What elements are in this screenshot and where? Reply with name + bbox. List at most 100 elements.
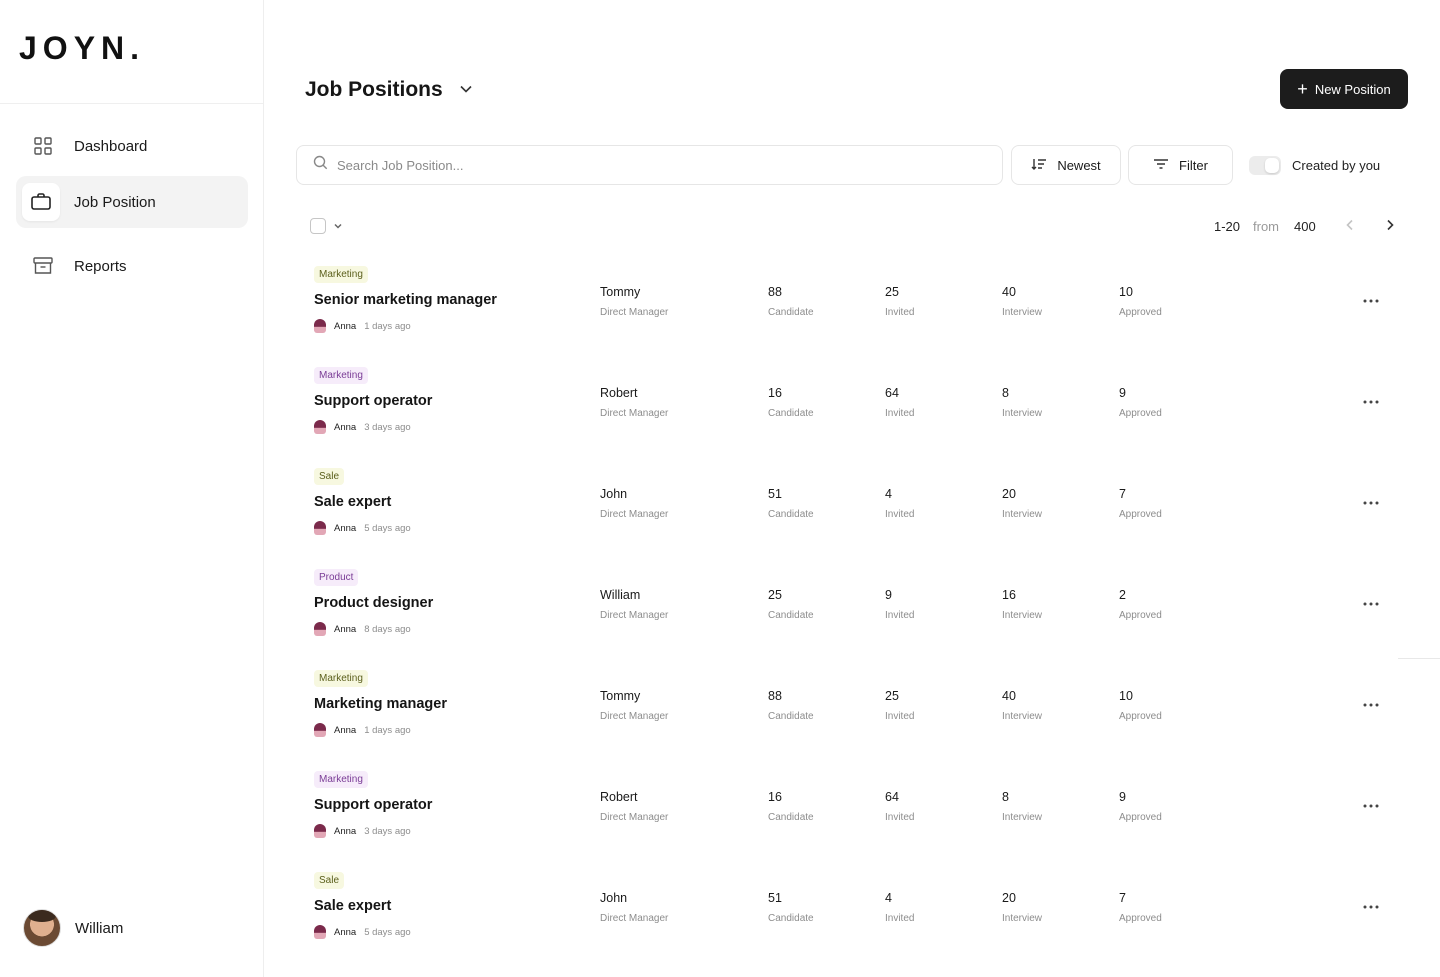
approved-count: 10 — [1119, 285, 1133, 299]
job-title[interactable]: Sale expert — [314, 898, 391, 914]
approved-label: Approved — [1119, 509, 1162, 520]
manager-cell: Tommy Direct Manager — [600, 689, 668, 722]
candidate-count: 88 — [768, 689, 782, 703]
table-row[interactable]: Marketing Support operator Anna 3 days a… — [296, 359, 1406, 460]
new-position-button[interactable]: + New Position — [1280, 69, 1408, 109]
candidate-count: 25 — [768, 588, 782, 602]
more-options-icon[interactable] — [1363, 496, 1381, 510]
manager-cell: John Direct Manager — [600, 891, 668, 924]
approved-cell: 9 Approved — [1119, 790, 1162, 823]
interview-count: 8 — [1002, 386, 1009, 400]
approved-cell: 2 Approved — [1119, 588, 1162, 621]
pagination-range: 1-20 — [1214, 219, 1241, 234]
timestamp: 3 days ago — [364, 421, 411, 433]
table-row[interactable]: Sale Sale expert Anna 5 days ago John Dir… — [296, 864, 1406, 965]
manager-cell: Robert Direct Manager — [600, 386, 668, 419]
row-meta: Anna 8 days ago — [314, 622, 411, 636]
toggle-label: Created by you — [1292, 158, 1381, 173]
sort-button[interactable]: Newest — [1011, 145, 1121, 185]
user-profile[interactable]: William — [23, 909, 123, 947]
approved-cell: 9 Approved — [1119, 386, 1162, 419]
interview-label: Interview — [1002, 610, 1043, 621]
approved-label: Approved — [1119, 307, 1162, 318]
manager-name: Tommy — [600, 285, 641, 299]
chevron-left-icon[interactable] — [1342, 217, 1358, 233]
table-row[interactable]: Product Product designer Anna 8 days ago… — [296, 561, 1406, 662]
manager-label: Direct Manager — [600, 812, 669, 823]
invited-label: Invited — [885, 610, 915, 621]
more-options-icon[interactable] — [1363, 900, 1381, 914]
sort-icon — [1031, 157, 1057, 174]
sidebar-item-dashboard[interactable]: Dashboard — [16, 120, 248, 172]
filter-label: Filter — [1179, 157, 1208, 173]
category-tag: Sale — [314, 468, 345, 485]
approved-cell: 10 Approved — [1119, 689, 1162, 722]
timestamp: 8 days ago — [364, 623, 411, 635]
created-by-you-toggle[interactable] — [1249, 156, 1281, 175]
manager-label: Direct Manager — [600, 307, 669, 318]
approved-label: Approved — [1119, 913, 1162, 924]
candidate-label: Candidate — [768, 812, 814, 823]
invited-cell: 9 Invited — [885, 588, 914, 621]
more-options-icon[interactable] — [1363, 799, 1381, 813]
select-all-checkbox[interactable] — [310, 218, 326, 234]
invited-label: Invited — [885, 307, 915, 318]
invited-cell: 25 Invited — [885, 285, 914, 318]
job-title[interactable]: Product designer — [314, 595, 433, 611]
search-icon — [313, 155, 328, 175]
chevron-down-icon[interactable] — [457, 80, 475, 98]
candidate-label: Candidate — [768, 408, 814, 419]
avatar — [314, 723, 326, 737]
more-options-icon[interactable] — [1363, 597, 1381, 611]
invited-cell: 64 Invited — [885, 790, 914, 823]
approved-cell: 10 Approved — [1119, 285, 1162, 318]
job-title[interactable]: Support operator — [314, 393, 432, 409]
approved-label: Approved — [1119, 610, 1162, 621]
sidebar-nav: Dashboard Job Position Reports — [16, 120, 248, 296]
user-name: William — [75, 919, 124, 937]
invited-cell: 64 Invited — [885, 386, 914, 419]
table-row[interactable]: Sale Sale expert Anna 5 days ago John Dir… — [296, 460, 1406, 561]
table-row[interactable]: Marketing Senior marketing manager Anna … — [296, 258, 1406, 359]
candidate-label: Candidate — [768, 711, 814, 722]
brand-logo[interactable]: JOYN. — [19, 30, 145, 67]
search-input[interactable] — [337, 157, 937, 173]
filter-button[interactable]: Filter — [1128, 145, 1233, 185]
interview-cell: 20 Interview — [1002, 487, 1042, 520]
chevron-right-icon[interactable] — [1382, 217, 1398, 233]
interview-count: 16 — [1002, 588, 1016, 602]
invited-label: Invited — [885, 711, 915, 722]
invited-cell: 4 Invited — [885, 891, 914, 924]
candidate-count: 51 — [768, 891, 782, 905]
job-title[interactable]: Senior marketing manager — [314, 292, 497, 308]
candidate-cell: 88 Candidate — [768, 689, 814, 722]
job-title[interactable]: Marketing manager — [314, 696, 447, 712]
invited-label: Invited — [885, 913, 915, 924]
grid-icon — [30, 133, 56, 159]
plus-icon: + — [1297, 79, 1308, 99]
sidebar-item-label: Reports — [74, 257, 127, 275]
job-title[interactable]: Support operator — [314, 797, 432, 813]
table-row[interactable]: Marketing Marketing manager Anna 1 days … — [296, 662, 1406, 763]
table-row[interactable]: Marketing Support operator Anna 3 days a… — [296, 763, 1406, 864]
timestamp: 1 days ago — [364, 320, 411, 332]
manager-cell: Tommy Direct Manager — [600, 285, 668, 318]
author-name: Anna — [334, 926, 357, 938]
interview-count: 8 — [1002, 790, 1009, 804]
invited-count: 64 — [885, 790, 899, 804]
manager-cell: John Direct Manager — [600, 487, 668, 520]
approved-count: 2 — [1119, 588, 1126, 602]
chevron-down-icon[interactable] — [332, 219, 344, 231]
more-options-icon[interactable] — [1363, 294, 1381, 308]
sidebar-item-job-position[interactable]: Job Position — [16, 176, 248, 228]
category-tag: Product — [314, 569, 359, 586]
invited-count: 9 — [885, 588, 892, 602]
more-options-icon[interactable] — [1363, 395, 1381, 409]
sidebar-item-reports[interactable]: Reports — [16, 240, 248, 292]
manager-label: Direct Manager — [600, 509, 669, 520]
approved-count: 7 — [1119, 891, 1126, 905]
more-options-icon[interactable] — [1363, 698, 1381, 712]
manager-name: William — [600, 588, 641, 602]
job-title[interactable]: Sale expert — [314, 494, 391, 510]
invited-count: 25 — [885, 689, 899, 703]
